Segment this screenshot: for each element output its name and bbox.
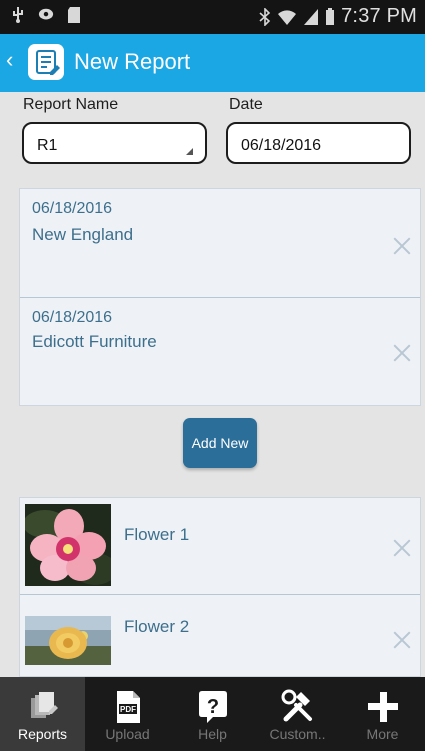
nav-label: Reports — [17, 726, 68, 742]
nav-item-more[interactable]: More — [340, 677, 425, 751]
report-date: 06/18/2016 — [32, 200, 113, 217]
report-name: New England — [32, 225, 134, 244]
nav-label: More — [366, 726, 399, 742]
reports-icon — [30, 692, 58, 718]
nav-label: Custom.. — [269, 726, 326, 742]
flower-photo-thumbnail — [25, 504, 111, 586]
date-field[interactable]: 06/18/2016 — [226, 122, 411, 164]
dropdown-indicator-icon — [186, 148, 193, 155]
nav-item-reports[interactable]: Reports — [0, 677, 85, 751]
reports-list: 06/18/2016 New England 06/18/2016 Edicot… — [19, 188, 421, 406]
photo-name: Flower 2 — [124, 617, 190, 636]
list-item[interactable]: Flower 1 — [20, 498, 420, 594]
report-name-field[interactable]: R1 — [22, 122, 207, 164]
app-bar: ‹ New Report — [0, 34, 425, 92]
svg-text:?: ? — [206, 696, 218, 718]
nav-item-custom[interactable]: Custom.. — [255, 677, 340, 751]
help-icon: ? — [198, 691, 227, 723]
remove-photo-icon[interactable] — [392, 630, 412, 650]
battery-icon — [326, 7, 335, 25]
remove-report-icon[interactable] — [392, 236, 412, 256]
report-name: Edicott Furniture — [32, 332, 157, 351]
remove-photo-icon[interactable] — [392, 538, 412, 558]
bluetooth-icon — [259, 7, 271, 26]
report-name-value: R1 — [37, 137, 58, 154]
svg-text:PDF: PDF — [120, 705, 136, 714]
nav-item-help[interactable]: ? Help — [170, 677, 255, 751]
tools-icon — [281, 689, 312, 722]
date-value: 06/18/2016 — [241, 137, 322, 154]
wifi-icon — [278, 9, 297, 25]
add-new-button[interactable]: Add New — [183, 418, 257, 468]
pdf-icon: PDF — [116, 691, 140, 723]
report-app-icon — [28, 44, 64, 80]
report-date: 06/18/2016 — [32, 309, 113, 326]
nav-item-upload[interactable]: PDF Upload — [85, 677, 170, 751]
report-name-label: Report Name — [23, 96, 119, 113]
clock: 7:37 PM — [341, 5, 417, 27]
usb-icon — [13, 7, 23, 23]
nav-label: Upload — [105, 726, 150, 742]
list-item[interactable]: 06/18/2016 New England — [20, 189, 420, 297]
back-chevron-icon[interactable]: ‹ — [6, 47, 13, 73]
date-label: Date — [229, 96, 263, 113]
photos-list: Flower 1 Flower 2 — [19, 497, 421, 677]
status-bar: 7:37 PM — [0, 0, 425, 34]
bottom-nav: Reports PDF Upload ? Help Custom.. More — [0, 677, 425, 751]
signal-icon — [304, 8, 319, 25]
messenger-icon — [38, 8, 54, 20]
list-item[interactable]: 06/18/2016 Edicott Furniture — [20, 298, 420, 406]
page-title: New Report — [74, 49, 191, 74]
sd-card-icon — [68, 7, 80, 23]
flower-photo-thumbnail — [25, 616, 111, 665]
nav-label: Help — [198, 726, 227, 742]
remove-report-icon[interactable] — [392, 343, 412, 363]
plus-icon — [367, 692, 398, 722]
notification-icons — [10, 6, 82, 24]
photo-name: Flower 1 — [124, 525, 190, 544]
list-item[interactable]: Flower 2 — [20, 595, 420, 677]
